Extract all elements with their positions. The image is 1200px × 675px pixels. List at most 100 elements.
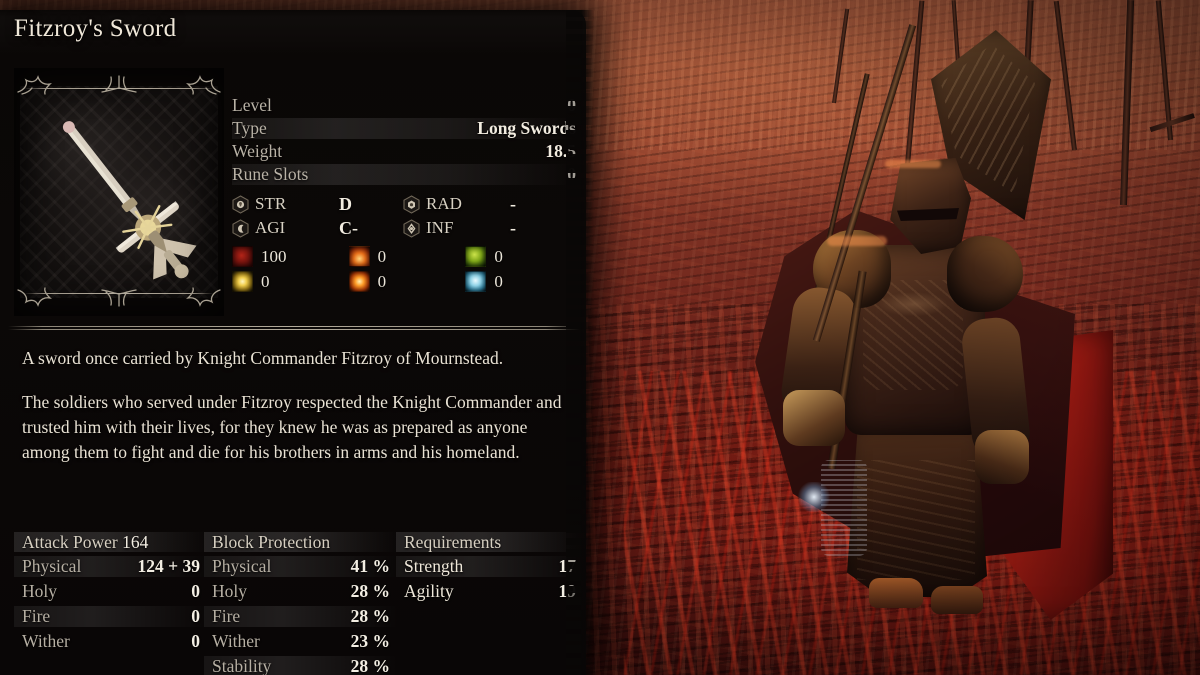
requirement-row-agility: Agility 19 [404, 579, 576, 604]
damage-cell-fire: 0 [348, 246, 466, 267]
row-value: 0 [191, 606, 200, 626]
strength-scaling-icon [232, 194, 249, 214]
damage-cell-lightning: 0 [348, 271, 466, 292]
game-screen: Fitzroy's Sword Level Type Long Swords W… [0, 0, 1200, 675]
row-label: Physical [212, 556, 272, 576]
damage-value: 0 [494, 246, 503, 266]
attack-power-label: Attack Power [22, 532, 118, 552]
stat-value: Long Swords [477, 118, 576, 138]
frame-ornament-bottom [14, 286, 224, 308]
attack-row-wither: Wither 0 [22, 629, 200, 654]
row-label: Holy [22, 581, 57, 601]
requirements-column: Requirements Strength 17 Agility 19 [396, 530, 584, 604]
item-detail-panel: Fitzroy's Sword Level Type Long Swords W… [0, 10, 586, 675]
item-description: A sword once carried by Knight Commander… [22, 346, 567, 465]
damage-value: 0 [377, 246, 387, 266]
damage-cell-frost: 0 [465, 271, 582, 292]
damage-row: 100 0 0 [232, 244, 582, 269]
row-label: Stability [212, 656, 272, 675]
stat-row-weight: Weight 18.5 [232, 140, 576, 163]
scaling-code: RAD [426, 194, 462, 213]
player-character-knight [735, 24, 1155, 630]
item-icon-frame[interactable] [14, 68, 224, 316]
attack-power-header: Attack Power 164 [14, 530, 208, 554]
holy-damage-icon [232, 271, 253, 292]
left-gauntlet [783, 390, 845, 446]
scaling-grade: D [339, 193, 352, 214]
left-boot [869, 578, 923, 608]
stat-label: Level [232, 95, 272, 115]
requirement-row-strength: Strength 17 [396, 554, 584, 579]
scaling-cell-str: STR D [232, 194, 403, 215]
damage-row: 0 0 0 [232, 269, 582, 294]
poison-damage-icon [465, 246, 487, 267]
requirements-label: Requirements [404, 532, 502, 552]
block-protection-label: Block Protection [212, 532, 331, 552]
row-label: Physical [22, 556, 82, 576]
description-paragraph-2: The soldiers who served under Fitzroy re… [22, 392, 562, 462]
tasset-engraving [857, 460, 975, 580]
attribute-scaling-grid: STR D RAD - AGI C- INF - [232, 192, 582, 240]
block-row-stability: Stability 28 % [204, 654, 398, 675]
rim-light [885, 160, 941, 168]
frame-ornament-top [14, 74, 224, 96]
damage-cell-physical: 100 [232, 246, 349, 267]
lightning-damage-icon [348, 271, 370, 292]
row-label: Strength [404, 556, 464, 576]
scaling-code: INF [426, 218, 454, 237]
frost-damage-icon [465, 271, 487, 292]
right-boot [931, 586, 983, 614]
description-paragraph-1: A sword once carried by Knight Commander… [22, 348, 504, 368]
inferno-scaling-icon [403, 218, 420, 238]
glint-sparkle [797, 482, 831, 512]
row-value: 28 % [350, 606, 390, 626]
attack-row-holy: Holy 0 [22, 579, 200, 604]
item-stat-columns: Attack Power 164 Physical 124 + 39 Holy … [0, 530, 586, 675]
row-label: Fire [22, 606, 51, 626]
stat-row-rune-slots: Rune Slots 0 [232, 163, 576, 186]
attack-power-total: 164 [122, 532, 149, 552]
row-value: 23 % [350, 631, 390, 651]
right-gauntlet [975, 430, 1029, 484]
row-label: Holy [212, 581, 247, 601]
damage-type-grid: 100 0 0 0 0 0 [232, 244, 582, 294]
row-value: 0 [191, 631, 200, 651]
row-value: 41 % [350, 556, 390, 576]
agility-scaling-icon [232, 218, 249, 238]
damage-value: 0 [261, 271, 270, 291]
attack-power-column: Attack Power 164 Physical 124 + 39 Holy … [14, 530, 208, 654]
block-row-fire: Fire 28 % [204, 604, 398, 629]
fire-damage-icon [348, 246, 370, 267]
damage-value: 100 [261, 246, 287, 266]
item-title: Fitzroy's Sword [14, 15, 177, 42]
row-value: 28 % [350, 656, 390, 675]
damage-cell-poison: 0 [465, 246, 582, 267]
row-label: Wither [212, 631, 260, 651]
row-label: Fire [212, 606, 241, 626]
physical-damage-icon [232, 246, 253, 267]
section-divider [8, 326, 580, 330]
panel-torn-edge [566, 10, 594, 675]
scaling-cell-agi: AGI C- [232, 218, 403, 239]
row-value: 28 % [350, 581, 390, 601]
block-row-holy: Holy 28 % [212, 579, 390, 604]
scaling-grade: - [510, 217, 516, 238]
stat-row-type: Type Long Swords [232, 117, 576, 140]
scaling-grade: C- [339, 217, 358, 238]
stat-label: Rune Slots [232, 164, 309, 184]
row-label: Wither [22, 631, 70, 651]
icon-vignette [14, 68, 224, 316]
block-protection-column: Block Protection Physical 41 % Holy 28 %… [204, 530, 398, 675]
row-label: Agility [404, 581, 454, 601]
scaling-cell-inf: INF - [403, 218, 574, 239]
item-stat-list: Level 0 Type Long Swords Weight 18.5 Run… [232, 94, 576, 186]
item-title-bar: Fitzroy's Sword [0, 10, 586, 54]
row-value: 0 [191, 581, 200, 601]
scaling-code: STR [255, 194, 287, 213]
stat-label: Weight [232, 141, 283, 161]
right-pauldron [947, 236, 1023, 312]
scaling-grade: - [510, 193, 516, 214]
damage-value: 0 [377, 271, 387, 291]
requirements-header: Requirements [396, 530, 584, 554]
stat-row-level: Level 0 [232, 94, 576, 117]
